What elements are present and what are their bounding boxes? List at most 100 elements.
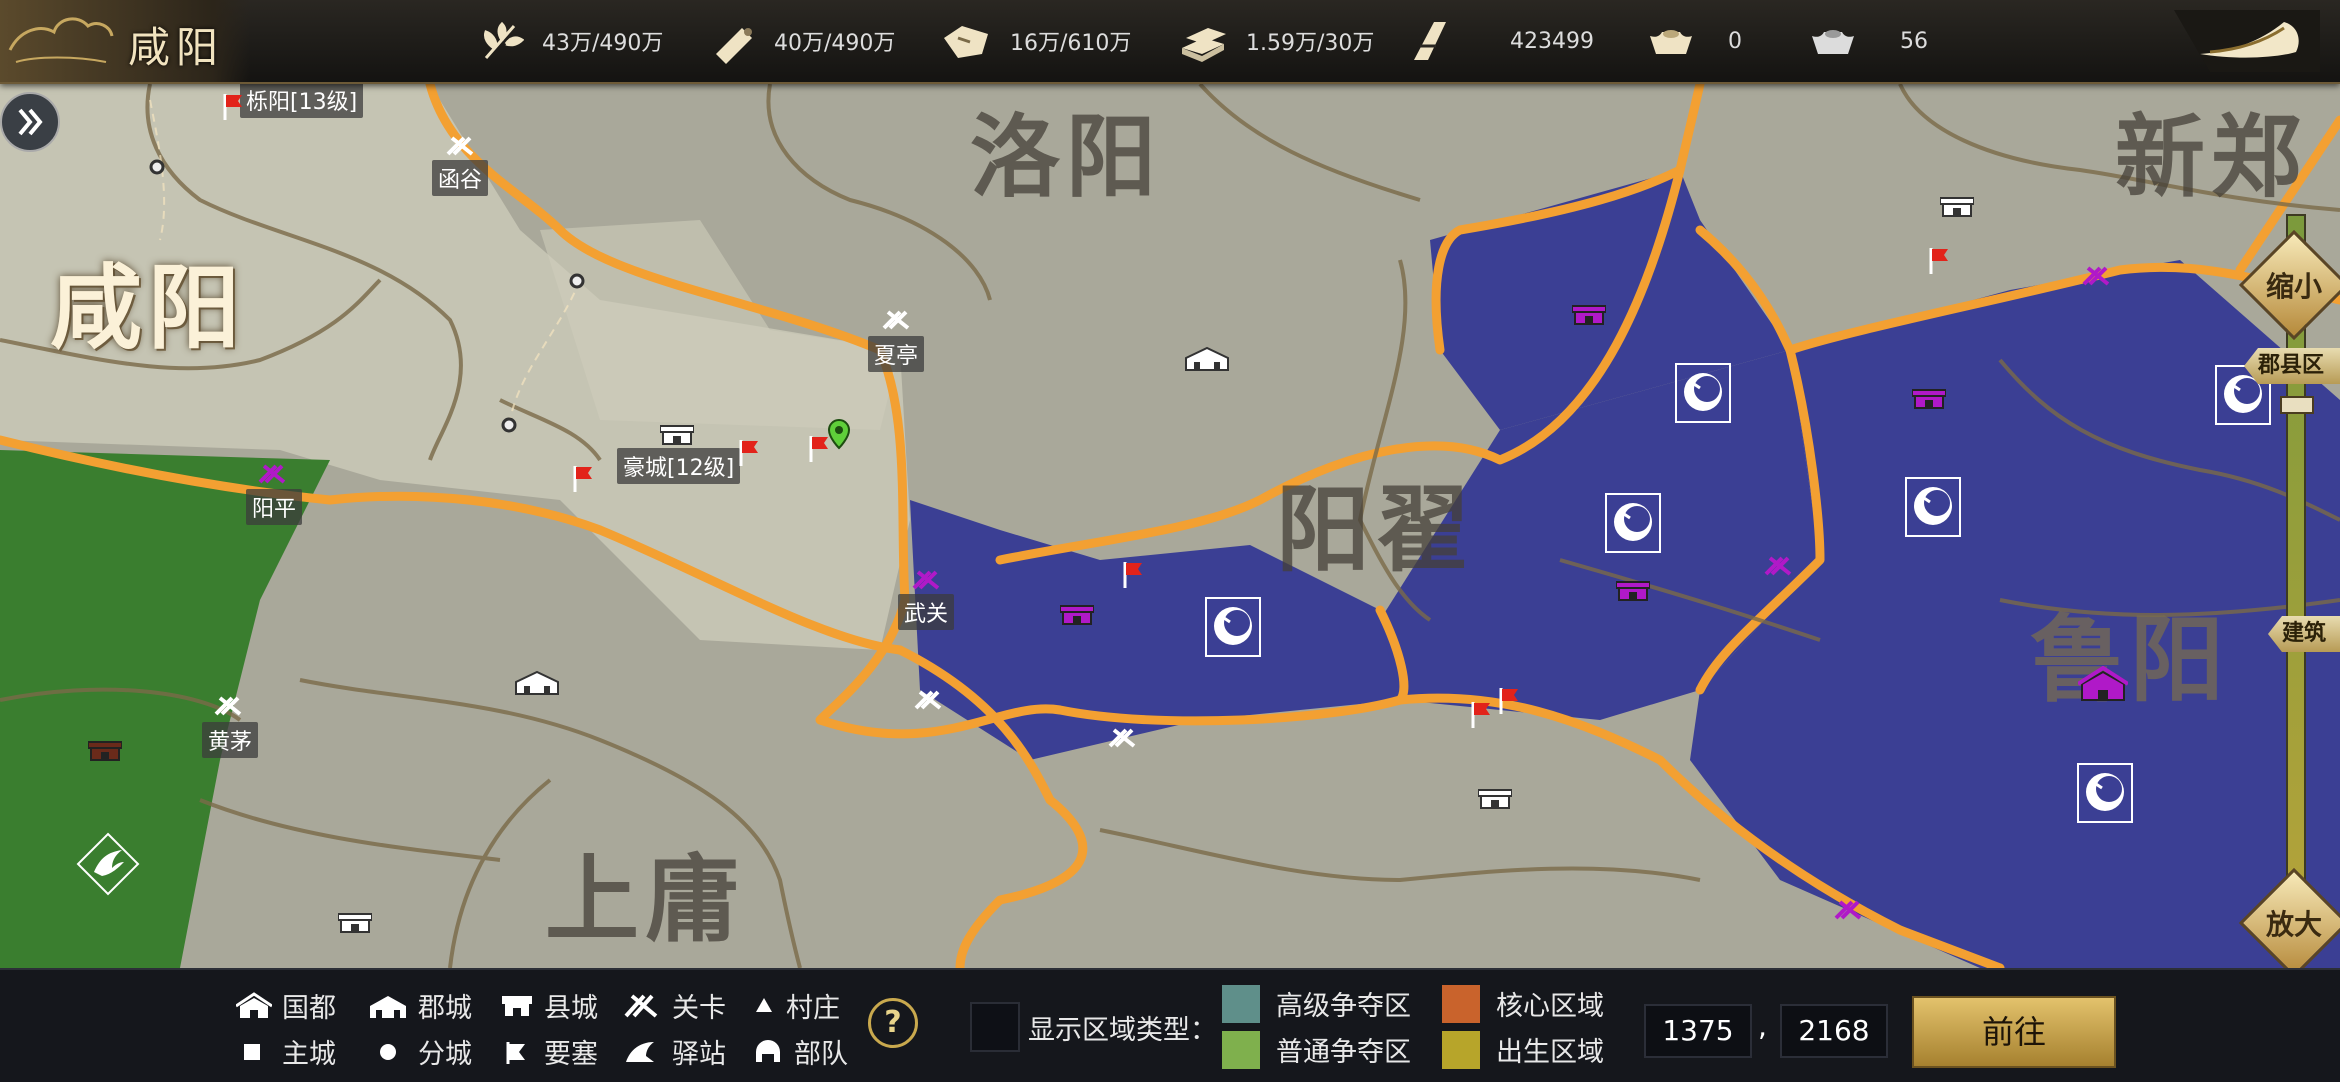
pass-icon-enemy[interactable] [1832, 898, 1866, 922]
red-flag-icon[interactable] [1928, 246, 1950, 274]
pass-icon[interactable] [444, 134, 478, 158]
help-button[interactable]: ? [868, 998, 918, 1048]
faction-emblem-icon[interactable] [1204, 596, 1262, 658]
legend-village: 村庄 [752, 986, 840, 1025]
resource-stone[interactable]: 16万/610万 [940, 16, 1131, 66]
legend-fortress: 要塞 [500, 1032, 598, 1071]
red-flag-icon[interactable] [1470, 700, 1492, 728]
legend-bar: 国都 郡城 县城 关卡 村庄 主城 分城 要塞 驿站 部队 ? 显示区域类型： [0, 968, 2340, 1082]
pass-icon-enemy[interactable] [256, 462, 290, 486]
show-zone-type-label: 显示区域类型： [1028, 1015, 1217, 1046]
expand-panel-button[interactable] [0, 92, 60, 152]
resource-grain[interactable]: 43万/490万 [478, 16, 663, 66]
legend-branch-city-label: 分城 [418, 1039, 472, 1070]
red-flag-icon[interactable] [1498, 686, 1520, 714]
branch-city-icon[interactable] [500, 416, 518, 434]
resource-iron[interactable]: 1.59万/30万 [1176, 16, 1374, 66]
zone-core-swatch [1442, 984, 1480, 1023]
back-button[interactable] [2170, 10, 2320, 72]
enemy-county-town-icon[interactable] [1616, 580, 1650, 602]
wood-icon [716, 28, 752, 64]
zoom-out-button[interactable]: 缩小 [2238, 229, 2340, 341]
pass-icon[interactable] [880, 308, 914, 332]
coord-x-input[interactable]: 1375 [1644, 1004, 1752, 1058]
county-zone-marker[interactable]: 郡县区域 [2244, 348, 2340, 384]
prefecture-city-icon[interactable] [514, 670, 560, 696]
prefecture-city-icon[interactable] [1184, 346, 1230, 372]
coord-separator: , [1758, 1010, 1767, 1043]
legend-main-city-label: 主城 [282, 1039, 336, 1070]
city-label-hangu[interactable]: 函谷 [432, 160, 489, 196]
pass-icon-enemy[interactable] [910, 568, 944, 592]
zone-advanced-label: 高级争夺区 [1276, 991, 1411, 1022]
red-flag-icon[interactable] [222, 92, 244, 120]
stone-amount: 16万/610万 [1010, 31, 1132, 56]
station-icon [626, 1041, 654, 1062]
show-zone-type-checkbox[interactable] [970, 1002, 1020, 1052]
dark-county-town-icon[interactable] [88, 740, 122, 762]
faction-emblem-icon[interactable] [1904, 476, 1962, 538]
county-town-icon[interactable] [338, 912, 372, 934]
faction-emblem-icon[interactable] [2076, 762, 2134, 824]
coord-y-input[interactable]: 2168 [1780, 1004, 1888, 1058]
city-label-haocheng[interactable]: 豪城[12级] [617, 448, 741, 484]
zoom-in-button[interactable]: 放大 [2238, 867, 2340, 979]
world-map[interactable]: 咸阳 洛阳 新郑 阳翟 鲁阳 上庸 栎阳[13级] 函谷 夏亭 豪城[12级] … [0, 84, 2340, 968]
pass-icon-enemy[interactable] [1762, 554, 1796, 578]
legend-station: 驿站 [622, 1032, 726, 1071]
building-marker[interactable]: 建筑 [2267, 616, 2340, 652]
red-flag-icon[interactable] [572, 464, 594, 492]
county-town-icon[interactable] [1478, 788, 1512, 810]
county-town-icon[interactable] [1940, 196, 1974, 218]
resource-token[interactable]: 423499 [1408, 16, 1594, 66]
city-tab[interactable]: 咸阳 [0, 0, 250, 82]
zone-normal-swatch [1222, 1030, 1260, 1069]
resource-gold[interactable]: 0 [1646, 16, 1742, 66]
phoenix-emblem-icon[interactable] [76, 832, 140, 896]
branch-city-icon[interactable] [148, 158, 166, 176]
legend-troop-label: 部队 [794, 1039, 848, 1070]
legend-capital: 国都 [236, 986, 336, 1025]
pass-icon[interactable] [1106, 726, 1140, 750]
capital-icon [236, 991, 272, 1018]
village-icon [756, 997, 772, 1012]
go-button[interactable]: 前往 [1912, 996, 2116, 1068]
location-pin-icon[interactable] [826, 418, 852, 450]
legend-county-label: 县城 [544, 993, 598, 1024]
county-town-icon[interactable] [660, 424, 694, 446]
legend-capital-label: 国都 [282, 993, 336, 1024]
token-icon [1414, 22, 1446, 60]
region-label-luyang: 鲁阳 [2030, 605, 2231, 715]
enemy-county-town-icon[interactable] [1912, 388, 1946, 410]
zone-normal-label: 普通争夺区 [1276, 1037, 1411, 1068]
silver-ingot-icon [1812, 30, 1854, 54]
branch-city-icon[interactable] [568, 272, 586, 290]
pass-legend-icon [624, 993, 658, 1018]
faction-emblem-icon[interactable] [1674, 362, 1732, 424]
branch-city-legend-icon [380, 1043, 396, 1060]
fortress-icon [506, 1041, 525, 1064]
legend-main-city: 主城 [236, 1032, 336, 1071]
enemy-capital-icon[interactable] [2078, 666, 2128, 702]
city-label-liyang[interactable]: 栎阳[13级] [240, 84, 364, 118]
pass-icon[interactable] [912, 688, 946, 712]
resource-silver[interactable]: 56 [1808, 16, 1928, 66]
faction-emblem-icon[interactable] [1604, 492, 1662, 554]
city-label-wuguan[interactable]: 武关 [898, 594, 955, 630]
iron-icon [1182, 28, 1226, 62]
city-label-huangmao[interactable]: 黄茅 [202, 722, 259, 758]
zoom-panel: 缩小 郡县区域 建筑 放大 [2238, 84, 2340, 979]
zone-core: 核心区域 [1442, 984, 1604, 1023]
zoom-slider-handle[interactable] [2280, 396, 2314, 414]
pass-icon-enemy[interactable] [2080, 264, 2114, 288]
resource-wood[interactable]: 40万/490万 [710, 16, 895, 66]
enemy-county-town-icon[interactable] [1572, 304, 1606, 326]
red-flag-icon[interactable] [1122, 560, 1144, 588]
red-flag-icon[interactable] [738, 438, 760, 466]
enemy-county-town-icon[interactable] [1060, 604, 1094, 626]
city-label-xiating[interactable]: 夏亭 [868, 336, 925, 372]
zone-advanced-swatch [1222, 984, 1260, 1023]
zone-spawn-label: 出生区域 [1496, 1037, 1604, 1068]
pass-icon[interactable] [212, 694, 246, 718]
city-label-yangping[interactable]: 阳平 [246, 489, 303, 525]
